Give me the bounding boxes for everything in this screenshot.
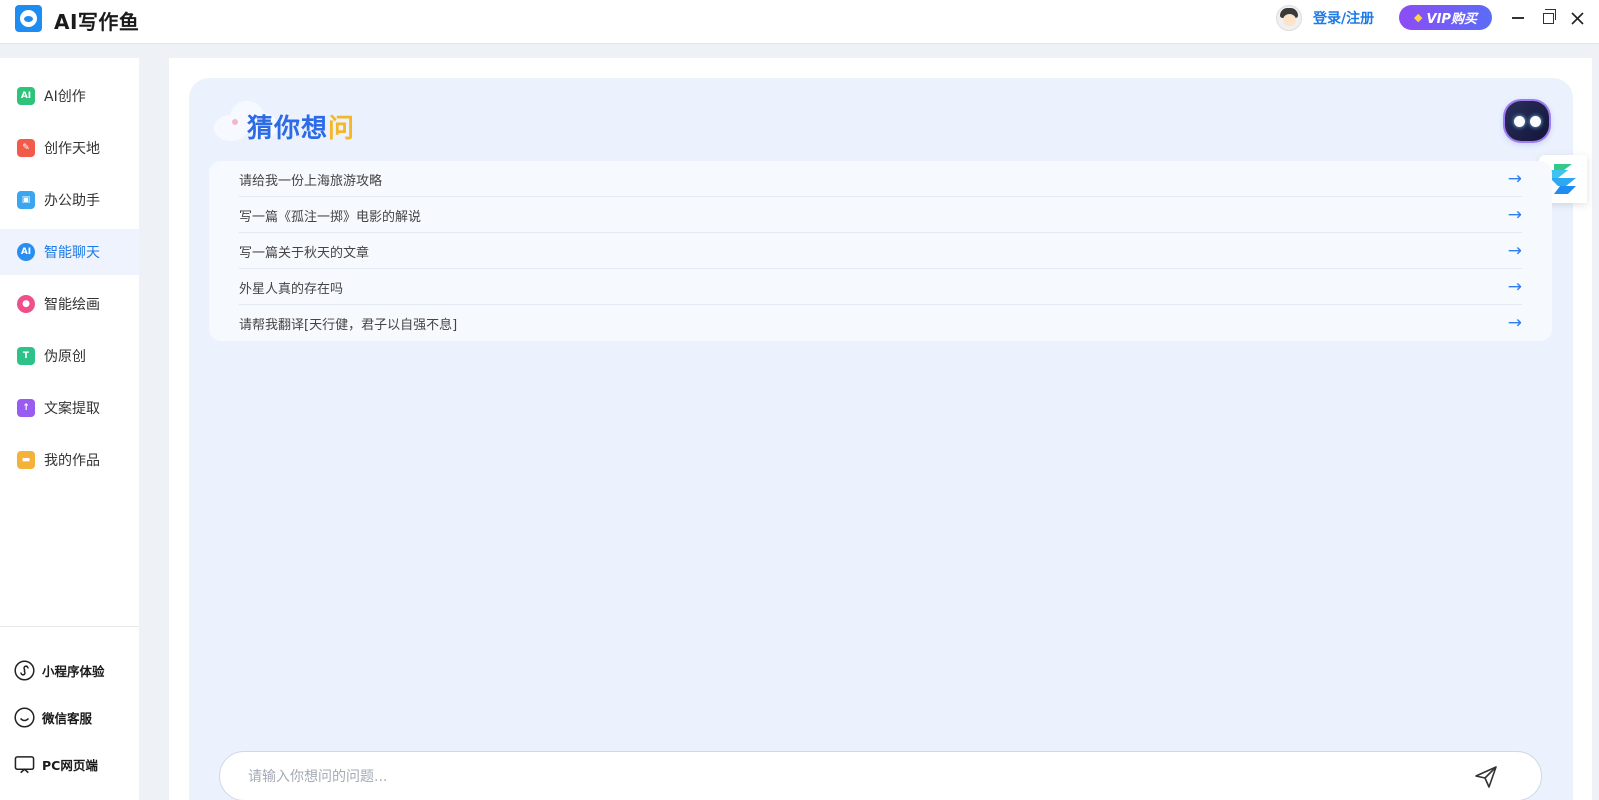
sidebar-item-smart-painting[interactable]: ● 智能绘画 [0, 281, 139, 327]
arrow-right-icon: → [1507, 169, 1522, 189]
suggestion-text: 写一篇关于秋天的文章 [239, 245, 370, 261]
arrow-right-icon: → [1507, 205, 1522, 225]
suggestion-text: 请给我一份上海旅游攻略 [239, 173, 383, 189]
folder-icon: ▬ [17, 451, 35, 469]
ai-create-icon: AI [17, 87, 35, 105]
upload-folder-icon: ↑ [17, 399, 35, 417]
vip-purchase-button[interactable]: ◆ VIP购买 [1399, 5, 1492, 30]
sidebar-item-label: 创作天地 [44, 141, 100, 157]
sidebar: AI AI创作 ✎ 创作天地 ▣ 办公助手 AI 智能聊天 ● 智能绘画 T 伪… [0, 58, 139, 800]
sidebar-item-rewrite[interactable]: T 伪原创 [0, 333, 139, 379]
sidebar-item-label: 文案提取 [44, 401, 100, 417]
vip-label: VIP购买 [1426, 12, 1477, 27]
arrow-right-icon: → [1507, 241, 1522, 261]
restore-button[interactable] [1538, 8, 1558, 28]
palette-icon: ● [17, 295, 35, 313]
suggestion-item[interactable]: 外星人真的存在吗 → [209, 269, 1552, 305]
sidebar-item-label: 智能绘画 [44, 297, 100, 313]
chat-input[interactable] [248, 764, 1448, 790]
sidebar-divider [0, 626, 139, 627]
arrow-right-icon: → [1507, 277, 1522, 297]
close-icon [1570, 11, 1584, 25]
sidebar-item-label: 智能聊天 [44, 245, 100, 261]
miniprogram-link[interactable]: 小程序体验 [0, 655, 139, 685]
minimize-icon [1512, 17, 1524, 19]
sidebar-item-label: AI创作 [44, 89, 86, 105]
miniprogram-icon [14, 659, 35, 681]
sidebar-item-label: 我的作品 [44, 453, 100, 469]
user-avatar[interactable] [1276, 5, 1302, 31]
wechat-service-icon [14, 706, 35, 728]
suggestion-list: 请给我一份上海旅游攻略 → 写一篇《孤注一掷》电影的解说 → 写一篇关于秋天的文… [209, 161, 1552, 341]
gem-icon: ◆ [1414, 11, 1423, 24]
miniprogram-label: 小程序体验 [42, 663, 105, 679]
pen-icon: ✎ [17, 139, 35, 157]
suggestion-item[interactable]: 写一篇关于秋天的文章 → [209, 233, 1552, 269]
sidebar-item-creation-world[interactable]: ✎ 创作天地 [0, 125, 139, 171]
suggestion-item[interactable]: 请给我一份上海旅游攻略 → [209, 161, 1552, 197]
send-button[interactable] [1473, 764, 1499, 790]
suggestion-text: 请帮我翻译[天行健，君子以自强不息] [239, 317, 458, 333]
chat-input-bar [219, 751, 1542, 800]
suggestion-text: 外星人真的存在吗 [239, 281, 344, 297]
suggestion-item[interactable]: 请帮我翻译[天行健，君子以自强不息] → [209, 305, 1552, 341]
send-icon [1475, 766, 1497, 788]
pc-web-link[interactable]: PC网页端 [0, 749, 139, 779]
close-button[interactable] [1567, 8, 1587, 28]
chat-icon: AI [17, 243, 35, 261]
desktop-icon [14, 754, 35, 775]
rewrite-icon: T [17, 347, 35, 365]
arrow-right-icon: → [1507, 313, 1522, 333]
wechat-service-link[interactable]: 微信客服 [0, 702, 139, 732]
restore-icon [1542, 8, 1556, 24]
app-logo-icon [15, 5, 42, 32]
sidebar-item-my-works[interactable]: ▬ 我的作品 [0, 437, 139, 483]
sidebar-item-office-assistant[interactable]: ▣ 办公助手 [0, 177, 139, 223]
robot-assistant-icon[interactable] [1505, 101, 1549, 141]
suggestion-item[interactable]: 写一篇《孤注一掷》电影的解说 → [209, 197, 1552, 233]
sidebar-item-label: 办公助手 [44, 193, 100, 209]
guess-title-accent: 问 [328, 114, 356, 144]
pc-web-label: PC网页端 [42, 757, 98, 773]
briefcase-icon: ▣ [17, 191, 35, 209]
sidebar-item-text-extract[interactable]: ↑ 文案提取 [0, 385, 139, 431]
guess-title: 猜你想问 [247, 108, 355, 145]
wechat-service-label: 微信客服 [42, 710, 93, 726]
sidebar-item-ai-create[interactable]: AI AI创作 [0, 73, 139, 119]
minimize-button[interactable] [1508, 8, 1528, 28]
title-bar: AI写作鱼 登录/注册 ◆ VIP购买 [0, 0, 1599, 44]
app-title: AI写作鱼 [54, 10, 140, 34]
guess-title-main: 猜你想 [247, 114, 329, 144]
sidebar-item-smart-chat[interactable]: AI 智能聊天 [0, 229, 139, 275]
login-register-link[interactable]: 登录/注册 [1313, 8, 1374, 28]
sidebar-item-label: 伪原创 [44, 349, 86, 365]
suggestion-text: 写一篇《孤注一掷》电影的解说 [239, 209, 422, 225]
